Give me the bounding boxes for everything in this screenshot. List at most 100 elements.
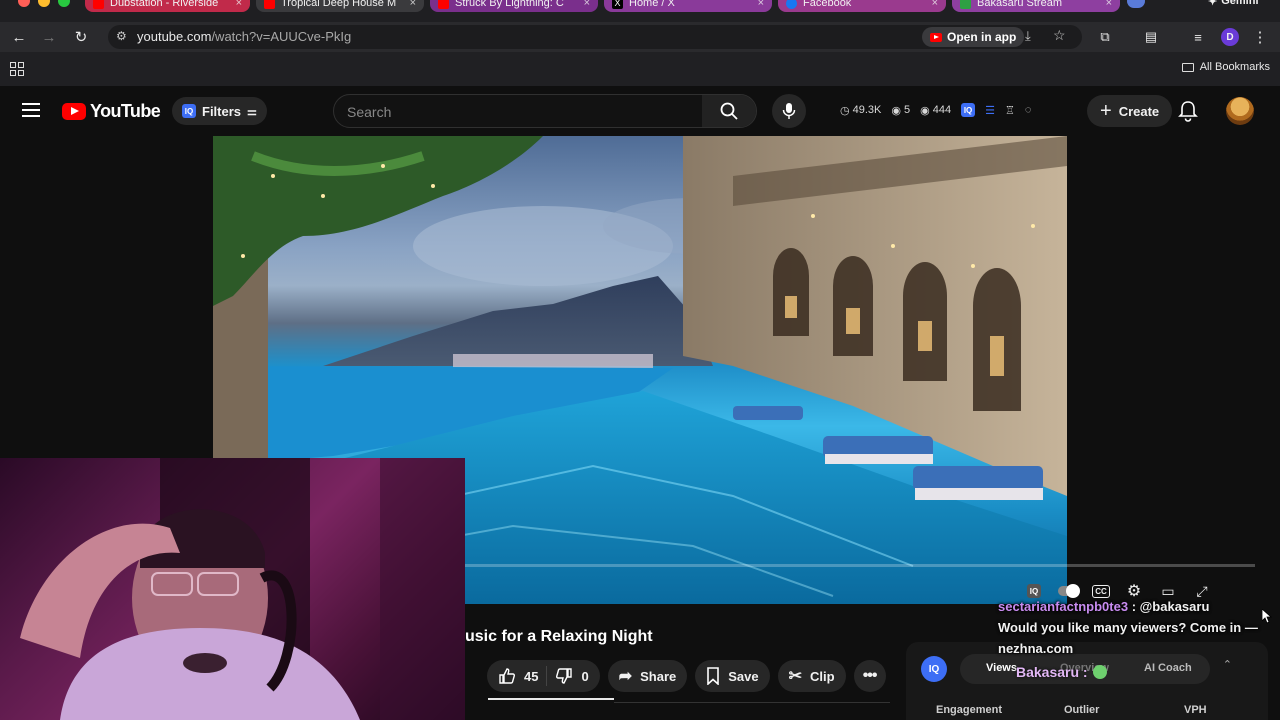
chat-message-header: sectarianfactnpb0te3 : @bakasaru: [998, 596, 1268, 617]
window-minimize-button[interactable]: [38, 0, 50, 7]
clip-button[interactable]: ✂ Clip: [777, 660, 846, 692]
filters-button[interactable]: IQ Filters ⚌: [172, 97, 267, 125]
metric-engagement: Engagement: [936, 704, 1003, 716]
share-button[interactable]: ➦ Share: [607, 660, 688, 692]
eye-icon: ◉: [891, 104, 901, 117]
plus-icon: +: [1100, 99, 1112, 122]
side-panel-icon[interactable]: ≡: [1187, 26, 1209, 48]
guide-menu-icon[interactable]: [22, 103, 40, 117]
chevron-up-icon[interactable]: ⌃: [1223, 658, 1232, 671]
browser-tab-active[interactable]: Tropical Deep House M ×: [256, 0, 424, 12]
video-title: usic for a Relaxing Night: [465, 628, 653, 645]
bookmark-star-icon[interactable]: ☆: [1053, 27, 1066, 44]
apps-grid-icon[interactable]: [10, 62, 24, 76]
chat-bubble-icon[interactable]: ◌: [1025, 104, 1032, 116]
video-actions: 45 0 ➦ Share Save ✂ Clip •••: [487, 660, 886, 692]
address-bar[interactable]: ⚙ youtube.com/watch?v=AUUCve-PkIg Open i…: [108, 25, 1082, 49]
browser-tab[interactable]: Facebook ×: [778, 0, 946, 12]
chat-message-text: Would you like many viewers? Come in — n…: [998, 620, 1258, 656]
open-in-app-button[interactable]: Open in app: [922, 27, 1025, 47]
mouse-cursor-icon: [1262, 609, 1272, 624]
gemini-sparkle-icon: ✦: [1208, 0, 1218, 8]
window-close-button[interactable]: [18, 0, 30, 7]
close-tab-icon[interactable]: ×: [1106, 0, 1112, 9]
browser-tab[interactable]: Dubstation - Riverside ×: [85, 0, 250, 12]
tab-views[interactable]: Views: [986, 662, 1017, 674]
metric-vph: VPH: [1184, 704, 1207, 716]
video-progress-bar[interactable]: [465, 564, 1255, 567]
more-horizontal-icon: •••: [862, 667, 878, 684]
streamer-webcam-image: [20, 458, 465, 720]
browser-tab[interactable]: X Home / X ×: [604, 0, 772, 12]
sliders-icon: ⚌: [247, 105, 257, 118]
create-button[interactable]: + Create: [1087, 95, 1173, 127]
all-bookmarks-button[interactable]: All Bookmarks: [1181, 61, 1270, 73]
save-button[interactable]: Save: [695, 660, 770, 692]
close-tab-icon[interactable]: ×: [932, 0, 938, 9]
close-tab-icon[interactable]: ×: [410, 0, 416, 9]
clock-icon: ◷: [840, 104, 850, 117]
thumbs-up-icon: [499, 668, 515, 684]
search-button[interactable]: [702, 95, 756, 127]
forward-button[interactable]: →: [38, 26, 60, 48]
youtube-app-icon: [930, 32, 942, 42]
more-actions-button[interactable]: •••: [853, 660, 886, 692]
site-info-icon[interactable]: ⚙: [116, 29, 127, 43]
browser-tab[interactable]: Bakasaru Stream ×: [952, 0, 1120, 12]
search-box[interactable]: Search: [333, 94, 757, 128]
facebook-favicon-icon: [786, 0, 797, 9]
youtube-logo[interactable]: YouTube: [62, 101, 161, 122]
new-tab-button[interactable]: [1127, 0, 1145, 8]
window-zoom-button[interactable]: [58, 0, 70, 7]
stream-favicon-icon: [960, 0, 971, 9]
install-icon[interactable]: ⤓: [1025, 28, 1031, 44]
eye-icon: ◉: [920, 104, 930, 117]
close-tab-icon[interactable]: ×: [236, 0, 242, 9]
chat-mention: : @bakasaru: [1131, 599, 1210, 614]
x-favicon-icon: X: [612, 0, 623, 9]
media-control-icon[interactable]: ▤: [1140, 26, 1162, 48]
webcam-overlay: [0, 458, 465, 720]
youtube-play-icon: [62, 103, 86, 120]
reload-button[interactable]: ↻: [70, 26, 92, 48]
microphone-icon: [782, 103, 796, 119]
iq-icon: IQ: [182, 104, 196, 118]
iq-icon[interactable]: IQ: [961, 103, 976, 117]
chat-username: sectarianfactnpb0te3: [998, 599, 1129, 614]
youtube-favicon-icon: [264, 0, 275, 9]
divider: [614, 702, 890, 703]
stream-overlay-name: Bakasaru :: [1016, 664, 1107, 680]
thumbs-down-icon: [556, 668, 573, 684]
stream-stats: ◷ 49.3K ◉ 5 ◉ 444 IQ ☰ ♖ ◌: [840, 103, 1031, 117]
metric-outlier: Outlier: [1064, 704, 1100, 716]
close-tab-icon[interactable]: ×: [758, 0, 764, 9]
profile-avatar[interactable]: D: [1221, 28, 1239, 46]
list-icon[interactable]: ☰: [985, 104, 995, 117]
voice-search-button[interactable]: [772, 94, 806, 128]
account-avatar[interactable]: [1226, 97, 1254, 125]
emote-icon: [1092, 665, 1107, 679]
active-tab-underline: [488, 698, 614, 700]
back-button[interactable]: ←: [8, 26, 30, 48]
browser-tab-strip: Dubstation - Riverside × Tropical Deep H…: [0, 0, 1280, 22]
dislike-button[interactable]: 0: [555, 667, 589, 685]
watch-page: IQ CC ⚙ ▭ ⤢ usic for a Relaxing Night 45…: [0, 136, 1280, 720]
browser-tab[interactable]: Struck By Lightning: C ×: [430, 0, 598, 12]
tab-ai-coach[interactable]: AI Coach: [1144, 662, 1192, 674]
youtube-masthead: YouTube IQ Filters ⚌ Search ◷ 49.3K ◉ 5 ◉ 4…: [0, 86, 1280, 136]
youtube-favicon-icon: [438, 0, 449, 9]
gemini-button[interactable]: ✦ Gemini: [1208, 0, 1259, 8]
like-button[interactable]: 45: [498, 667, 538, 685]
share-arrow-icon: ➦: [618, 668, 633, 685]
extensions-icon[interactable]: ⧉: [1094, 26, 1116, 48]
youtube-favicon-icon: [93, 0, 104, 9]
search-input[interactable]: Search: [347, 104, 391, 120]
trophy-icon[interactable]: ♖: [1005, 104, 1015, 117]
scissors-icon: ✂: [788, 668, 803, 685]
close-tab-icon[interactable]: ×: [584, 0, 590, 9]
notifications-bell-icon[interactable]: [1178, 100, 1198, 122]
browser-menu-icon[interactable]: ⋮: [1249, 26, 1271, 48]
iq-logo-icon: IQ: [921, 656, 947, 682]
folder-icon: [1181, 62, 1194, 72]
divider: [546, 666, 548, 686]
